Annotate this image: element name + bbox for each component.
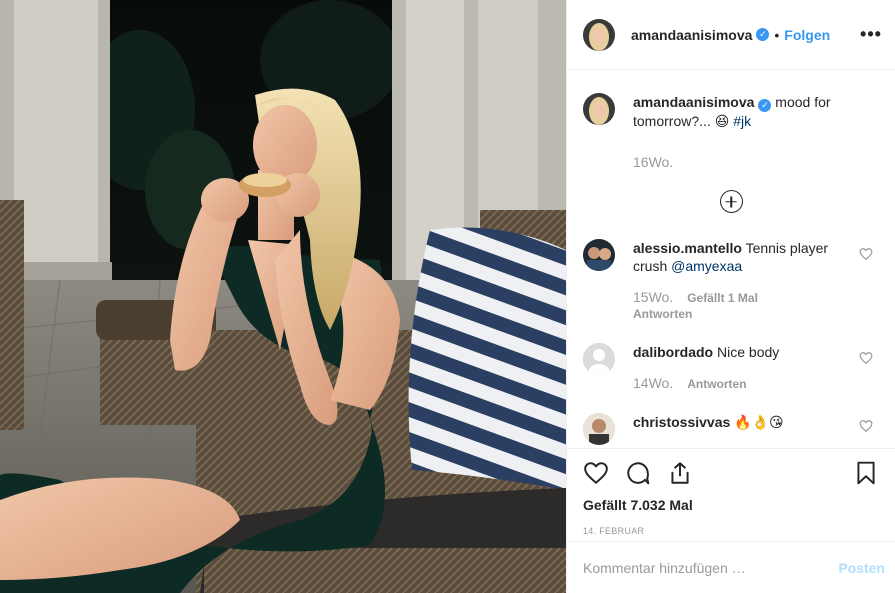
caption-timestamp[interactable]: 16Wo. [633, 154, 879, 170]
verified-badge-icon: ✓ [758, 99, 772, 112]
like-heart-icon[interactable] [583, 460, 609, 486]
comment-item: dalibordado Nice body 14Wo. Antworten [583, 343, 879, 391]
plus-circle-icon[interactable] [719, 190, 743, 213]
heart-icon[interactable] [859, 419, 873, 433]
caption-hashtag[interactable]: #jk [733, 113, 751, 129]
comment-meta: 14Wo. Antworten [633, 375, 849, 391]
comment-likes[interactable]: Gefällt 1 Mal [687, 291, 758, 305]
post-caption: amandaanisimova ✓ mood for tomorrow?... 😆… [583, 93, 879, 170]
post-photo[interactable] [0, 0, 566, 593]
bookmark-icon[interactable] [853, 460, 879, 486]
post-actions: Gefällt 7.032 Mal 14. FEBRUAR [567, 448, 895, 536]
caption-text-line: amandaanisimova ✓ mood for tomorrow?... 😆… [633, 93, 879, 130]
comment-username[interactable]: christossivvas [633, 414, 730, 430]
comment-text: 🔥👌😘 [734, 414, 784, 430]
comments-list[interactable]: amandaanisimova ✓ mood for tomorrow?... 😆… [567, 71, 895, 448]
separator-dot: • [774, 26, 780, 43]
comment-mention[interactable]: @amyexaa [671, 258, 742, 274]
author-username[interactable]: amandaanisimova [631, 27, 752, 43]
comment-input[interactable] [583, 559, 839, 576]
comment-body: alessio.mantello Tennis player crush @am… [633, 239, 879, 321]
share-icon[interactable] [667, 460, 693, 486]
more-options-icon[interactable]: ••• [859, 23, 883, 47]
post-date[interactable]: 14. FEBRUAR [583, 526, 879, 536]
comment-timestamp[interactable]: 15Wo. [633, 289, 673, 305]
comment-text-line: christossivvas 🔥👌😘 [633, 413, 849, 431]
comment-text-line: dalibordado Nice body [633, 343, 849, 361]
comment-item: alessio.mantello Tennis player crush @am… [583, 239, 879, 321]
comment-meta: 15Wo. Gefällt 1 Mal Antworten [633, 289, 849, 321]
comment-timestamp[interactable]: 14Wo. [633, 375, 673, 391]
post-comment-button[interactable]: Posten [838, 560, 885, 576]
action-buttons [583, 457, 879, 489]
follow-button[interactable]: Folgen [784, 27, 830, 43]
add-comment-bar: Posten [567, 541, 895, 593]
verified-badge-icon: ✓ [756, 28, 770, 41]
author-avatar[interactable] [583, 18, 615, 51]
post-panel: amandaanisimova ✓ • Folgen ••• amandaani… [566, 0, 895, 593]
comment-item: christossivvas 🔥👌😘 [583, 413, 879, 445]
comment-body: christossivvas 🔥👌😘 [633, 413, 879, 445]
caption-username[interactable]: amandaanisimova [633, 94, 754, 110]
heart-icon[interactable] [859, 351, 873, 365]
likes-count[interactable]: Gefällt 7.032 Mal [583, 497, 879, 513]
reply-button[interactable]: Antworten [687, 377, 746, 391]
comment-username[interactable]: alessio.mantello [633, 240, 742, 256]
author-avatar[interactable] [583, 93, 615, 125]
comment-username[interactable]: dalibordado [633, 344, 713, 360]
commenter-avatar[interactable] [583, 239, 615, 271]
heart-icon[interactable] [859, 247, 873, 261]
caption-body: amandaanisimova ✓ mood for tomorrow?... 😆… [633, 93, 879, 170]
commenter-avatar[interactable] [583, 413, 615, 445]
post-header: amandaanisimova ✓ • Folgen ••• [567, 0, 895, 70]
comment-text: Nice body [717, 344, 780, 360]
comment-text-line: alessio.mantello Tennis player crush @am… [633, 239, 849, 275]
load-more-comments[interactable] [583, 190, 879, 213]
reply-button[interactable]: Antworten [633, 307, 849, 321]
commenter-avatar[interactable] [583, 343, 615, 375]
comment-bubble-icon[interactable] [625, 460, 651, 486]
comment-body: dalibordado Nice body 14Wo. Antworten [633, 343, 879, 391]
